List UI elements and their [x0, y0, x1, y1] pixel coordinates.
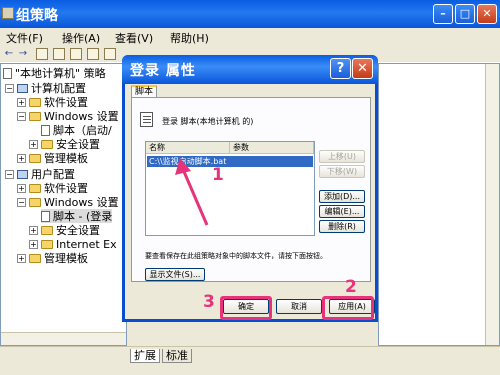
- script-heading: 登录 脚本(本地计算机 的): [162, 117, 254, 126]
- dialog-close-button[interactable]: ✕: [352, 58, 373, 79]
- status-bar: 扩展 标准: [0, 346, 500, 375]
- edit-button[interactable]: 编辑(E)...: [319, 205, 365, 218]
- details-pane: [378, 63, 500, 346]
- column-name-header[interactable]: 名称: [146, 142, 230, 154]
- up-folder-icon[interactable]: [36, 48, 48, 60]
- help-icon[interactable]: [104, 48, 116, 60]
- menu-bar: 文件(F) 操作(A) 查看(V) 帮助(H): [0, 28, 500, 47]
- menu-file[interactable]: 文件(F): [6, 30, 43, 46]
- annotation-number-2: 2: [345, 277, 357, 297]
- folder-icon: [29, 183, 41, 193]
- dialog-title: 登录 属性: [130, 63, 196, 79]
- move-down-button[interactable]: 下移(W): [319, 165, 365, 178]
- show-tree-icon[interactable]: [53, 48, 65, 60]
- minimize-button[interactable]: –: [433, 4, 453, 24]
- script-row-selected[interactable]: C:\\监视启动脚本.bat: [147, 156, 313, 167]
- folder-icon: [29, 153, 41, 163]
- tree-item-root[interactable]: "本地计算机" 策略: [3, 66, 106, 80]
- scripts-tab-panel: 登录 脚本(本地计算机 的) 名称 参数 C:\\监视启动脚本.bat 上移(U…: [131, 97, 371, 282]
- tree-item-user-security-settings[interactable]: + 安全设置: [29, 223, 100, 237]
- apply-highlight: [322, 296, 374, 320]
- tree-item-user-windows-settings[interactable]: − Windows 设置: [17, 195, 119, 209]
- details-vertical-scrollbar[interactable]: [485, 64, 499, 345]
- tree-item-internet-explorer[interactable]: + Internet Ex: [29, 237, 117, 251]
- tree-item-windows-settings[interactable]: − Windows 设置: [17, 109, 119, 123]
- folder-icon: [29, 197, 41, 207]
- tree-item-startup-scripts[interactable]: 脚本（启动/: [41, 123, 112, 137]
- collapse-icon[interactable]: −: [17, 197, 26, 207]
- policy-icon: [3, 67, 12, 79]
- scripts-list[interactable]: 名称 参数 C:\\监视启动脚本.bat: [145, 141, 315, 236]
- user-icon: [17, 169, 28, 179]
- tab-standard[interactable]: 标准: [162, 349, 192, 363]
- show-files-button[interactable]: 显示文件(S)...: [145, 268, 205, 281]
- computer-icon: [17, 83, 28, 93]
- script-icon: [41, 124, 50, 136]
- tree-item-user-config[interactable]: − 用户配置: [5, 167, 75, 181]
- expand-icon[interactable]: +: [29, 225, 38, 235]
- annotation-number-1: 1: [212, 165, 224, 185]
- menu-view[interactable]: 查看(V): [115, 30, 153, 46]
- tree-item-security-settings[interactable]: + 安全设置: [29, 137, 100, 151]
- collapse-icon[interactable]: −: [17, 111, 26, 121]
- collapse-icon[interactable]: −: [5, 169, 14, 179]
- expand-icon[interactable]: +: [17, 97, 26, 107]
- dialog-titlebar: 登录 属性 ? ✕: [122, 55, 378, 84]
- properties-icon[interactable]: [87, 48, 99, 60]
- collapse-icon[interactable]: −: [5, 83, 14, 93]
- logon-properties-dialog: 登录 属性 ? ✕ 脚本 登录 脚本(本地计算机 的) 名称 参数 C:\\监视…: [122, 55, 378, 322]
- tree-item-user-admin-templates[interactable]: + 管理模板: [17, 251, 88, 265]
- tree-item-software-settings[interactable]: + 软件设置: [17, 95, 88, 109]
- column-params-header[interactable]: 参数: [230, 142, 314, 154]
- tree-item-computer-config[interactable]: − 计算机配置: [5, 81, 86, 95]
- expand-icon[interactable]: +: [17, 153, 26, 163]
- show-files-note: 要查看保存在此组策略对象中的脚本文件，请按下面按钮。: [145, 252, 327, 260]
- help-button[interactable]: ?: [330, 58, 351, 79]
- folder-icon: [41, 239, 53, 249]
- ok-highlight: [220, 296, 272, 320]
- expand-icon[interactable]: +: [17, 183, 26, 193]
- expand-icon[interactable]: +: [29, 139, 38, 149]
- export-list-icon[interactable]: [70, 48, 82, 60]
- console-tree: "本地计算机" 策略 − 计算机配置 + 软件设置 − Windows 设置 脚本（启…: [0, 63, 127, 346]
- tree-item-user-software-settings[interactable]: + 软件设置: [17, 181, 88, 195]
- annotation-number-3: 3: [203, 292, 215, 312]
- back-icon[interactable]: ←: [3, 48, 15, 60]
- tree-horizontal-scrollbar[interactable]: [1, 332, 126, 345]
- group-policy-icon: [2, 7, 14, 19]
- main-titlebar: 组策略 – □ ✕: [0, 0, 500, 28]
- close-button[interactable]: ✕: [477, 4, 497, 24]
- menu-action[interactable]: 操作(A): [62, 30, 100, 46]
- tab-extended[interactable]: 扩展: [130, 349, 160, 363]
- folder-icon: [29, 111, 41, 121]
- add-button[interactable]: 添加(D)...: [319, 190, 365, 203]
- script-file-icon: [140, 112, 153, 127]
- folder-icon: [29, 253, 41, 263]
- expand-icon[interactable]: +: [29, 239, 38, 249]
- cancel-button[interactable]: 取消: [276, 299, 322, 314]
- folder-icon: [41, 139, 53, 149]
- forward-icon[interactable]: →: [17, 48, 29, 60]
- folder-icon: [41, 225, 53, 235]
- remove-button[interactable]: 删除(R): [319, 220, 365, 233]
- script-icon: [41, 210, 50, 222]
- maximize-button[interactable]: □: [455, 4, 475, 24]
- expand-icon[interactable]: +: [17, 253, 26, 263]
- window-title: 组策略: [16, 8, 58, 24]
- tree-item-admin-templates[interactable]: + 管理模板: [17, 151, 88, 165]
- folder-icon: [29, 97, 41, 107]
- move-up-button[interactable]: 上移(U): [319, 150, 365, 163]
- tree-item-logon-scripts[interactable]: 脚本 - (登录: [41, 209, 113, 223]
- menu-help[interactable]: 帮助(H): [170, 30, 209, 46]
